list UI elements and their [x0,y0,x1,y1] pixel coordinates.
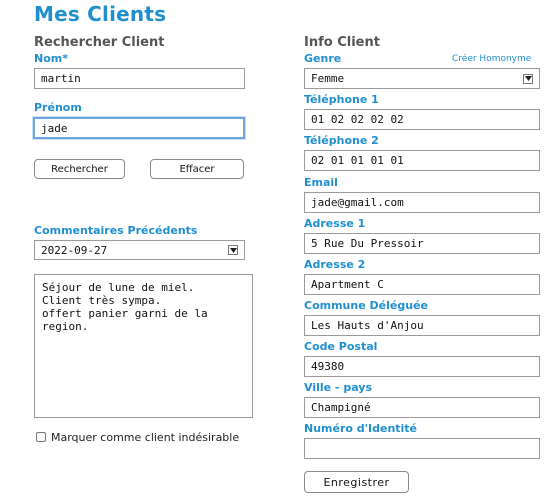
genre-value: Femme [311,72,345,85]
email-value: jade@gmail.com [311,196,404,209]
addr1-input[interactable]: 5 Rue Du Pressoir [304,233,540,254]
prenom-input[interactable]: jade [33,117,245,139]
commune-label: Commune Déléguée [304,299,428,312]
clear-button-label: Effacer [179,163,215,175]
comments-label: Commentaires Précédents [34,224,198,237]
city-country-label: Ville - pays [304,381,372,394]
city-country-value: Champigné [311,401,371,414]
addr2-input[interactable]: Apartment C [304,274,540,295]
search-section-title: Rechercher Client [34,35,165,50]
tel1-input[interactable]: 01 02 02 02 02 [304,109,540,130]
page-title: Mes Clients [34,2,167,26]
addr1-value: 5 Rue Du Pressoir [311,237,424,250]
addr2-value: Apartment C [311,278,384,291]
addr1-label: Adresse 1 [304,217,366,230]
comments-textarea[interactable]: Séjour de lune de miel. Client très symp… [34,274,253,418]
tel2-label: Téléphone 2 [304,134,379,147]
city-country-input[interactable]: Champigné [304,397,540,418]
undesirable-label: Marquer comme client indésirable [51,431,240,444]
comment-line: Séjour de lune de miel. [42,281,195,294]
tel1-label: Téléphone 1 [304,93,379,106]
commune-input[interactable]: Les Hauts d'Anjou [304,315,540,336]
save-button[interactable]: Enregistrer [304,471,409,493]
email-input[interactable]: jade@gmail.com [304,192,540,213]
undesirable-checkbox[interactable] [36,432,46,442]
genre-label: Genre [304,52,342,65]
tel2-value: 02 01 01 01 01 [311,154,404,167]
prenom-value: jade [41,121,68,135]
nom-label: Nom* [34,52,68,65]
chevron-down-icon [228,245,238,255]
nom-value: martin [41,72,81,85]
search-button[interactable]: Rechercher [34,159,125,179]
search-button-label: Rechercher [51,163,108,175]
addr2-label: Adresse 2 [304,258,366,271]
comments-date-select[interactable]: 2022-09-27 [34,240,245,260]
create-homonyme-link[interactable]: Créer Homonyme [452,54,531,64]
chevron-down-icon [523,73,533,84]
comments-date-value: 2022-09-27 [41,243,108,257]
save-button-label: Enregistrer [323,475,390,489]
comment-line: offert panier garni de la region. [42,307,208,333]
tel2-input[interactable]: 02 01 01 01 01 [304,150,540,171]
prenom-label: Prénom [34,101,82,114]
clear-button[interactable]: Effacer [150,159,244,179]
commune-value: Les Hauts d'Anjou [311,319,424,332]
postal-code-input[interactable]: 49380 [304,356,540,377]
genre-select[interactable]: Femme [304,68,540,89]
tel1-value: 01 02 02 02 02 [311,113,404,126]
id-number-label: Numéro d'Identité [304,422,418,435]
id-number-input[interactable] [304,438,540,459]
postal-code-value: 49380 [311,360,345,373]
info-section-title: Info Client [304,35,380,50]
nom-input[interactable]: martin [34,68,245,89]
email-label: Email [304,176,338,189]
postal-code-label: Code Postal [304,340,378,353]
comment-line: Client très sympa. [42,294,162,307]
